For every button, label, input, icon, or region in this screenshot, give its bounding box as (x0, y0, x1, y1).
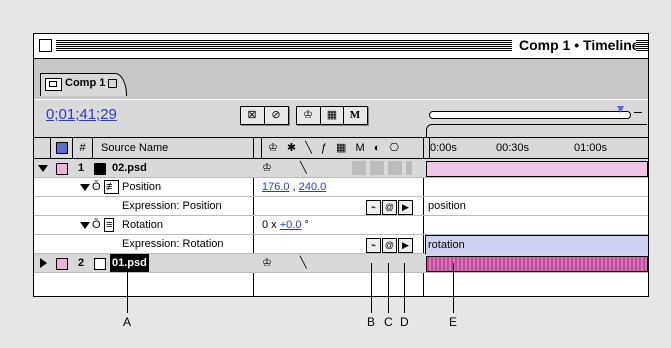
expand-triangle-icon[interactable] (80, 184, 90, 191)
comp-buttons-group-2: ♔ ▦ M (296, 106, 368, 125)
expression-menu-icon[interactable]: ▶ (398, 200, 413, 215)
title-bar-stripes (56, 40, 512, 52)
rotation-unit: ° (301, 219, 309, 231)
comp-buttons-group-1: ⊠ ⊘ (240, 106, 289, 125)
expression-text[interactable]: position (428, 197, 466, 215)
title-bar[interactable]: Comp 1 • Timeline (34, 34, 648, 59)
callout-pointer-a (127, 263, 128, 313)
property-row-rotation[interactable]: Ŏ ≡ Rotation 0 x +0.0 ° (34, 216, 648, 235)
callout-pointer-b (371, 263, 372, 313)
current-time-display[interactable]: 0;01;41;29 (46, 106, 117, 123)
layer-name[interactable]: 02.psd (112, 159, 147, 177)
callout-pointer-d (404, 263, 405, 313)
layer-label-swatch[interactable] (56, 163, 68, 175)
comp-flowchart-icon[interactable]: ⊠ (241, 107, 263, 124)
header-source-name[interactable]: Source Name (93, 138, 262, 158)
callout-pointer-c (388, 263, 389, 313)
navigator-end-line (634, 112, 642, 113)
switch-boxes (352, 161, 412, 175)
label-column-icon[interactable] (51, 138, 73, 158)
work-area-bracket (426, 124, 647, 137)
navigator-track[interactable] (429, 111, 631, 119)
layer-name[interactable]: 01.psd (110, 254, 149, 272)
frame-blending-icon[interactable]: ▦ (320, 107, 343, 124)
quality-switch-icon[interactable]: ╲ (300, 254, 307, 272)
property-name: Rotation (122, 219, 163, 231)
expression-label: Expression: Rotation (122, 238, 224, 250)
timeline-toolbar: 0;01;41;29 ⊠ ⊘ ♔ ▦ M (34, 100, 648, 138)
tick-60: 01:00s (574, 142, 608, 154)
pick-whip-icon[interactable]: @ (382, 200, 397, 215)
tab-menu-icon[interactable] (108, 79, 117, 88)
expression-text[interactable]: rotation (428, 236, 465, 254)
property-row-position[interactable]: Ŏ ≢ Position 176.0 , 240.0 (34, 178, 648, 197)
layer-number: 1 (78, 162, 85, 174)
header-spacer (34, 138, 51, 158)
zoom-box-stripes (636, 40, 648, 52)
position-x[interactable]: 176.0 (262, 181, 290, 193)
expand-triangle-icon[interactable] (80, 222, 90, 229)
expression-enabled-icon[interactable]: ≡ (104, 218, 115, 232)
tab-comp-1[interactable]: Comp 1 (40, 73, 127, 96)
expression-field[interactable]: rotation (425, 235, 648, 255)
window-title: Comp 1 • Timeline (516, 37, 643, 53)
callout-e: E (449, 315, 458, 329)
tab-label: Comp 1 (65, 77, 106, 89)
tick-0: 0:00s (430, 142, 457, 154)
motion-blur-button[interactable]: M (343, 107, 366, 124)
time-navigator[interactable] (424, 104, 647, 137)
expression-menu-icon[interactable]: ▶ (398, 238, 413, 253)
position-value[interactable]: 176.0 , 240.0 (262, 178, 326, 196)
expression-row-position: Expression: Position ⌁ @ ▶ position (34, 197, 648, 216)
shy-switch-icon[interactable]: ♔ (262, 254, 272, 272)
timeline-window: Comp 1 • Timeline Comp 1 0;01;41;29 ⊠ ⊘ … (33, 33, 649, 297)
quality-switch-icon[interactable]: ╲ (300, 159, 307, 177)
layer-thumbnail (94, 258, 106, 270)
expression-enabled-icon[interactable]: ≢ (104, 180, 119, 194)
rotation-revolutions[interactable]: 0 x (262, 219, 280, 231)
expression-row-rotation: Expression: Rotation ⌁ @ ▶ rotation (34, 235, 648, 255)
layer-thumbnail (94, 163, 106, 175)
tick-30: 00:30s (496, 142, 530, 154)
property-name: Position (122, 181, 162, 193)
shy-layers-icon[interactable]: ♔ (297, 107, 319, 124)
comp-motion-icon[interactable]: ⊘ (264, 107, 287, 124)
graph-toggle-icon[interactable]: ⌁ (366, 238, 381, 253)
header-number: # (73, 138, 93, 158)
composition-icon (45, 78, 62, 91)
callout-a: A (123, 315, 132, 329)
expression-label: Expression: Position (122, 200, 222, 212)
tab-strip: Comp 1 (34, 59, 648, 99)
layer-header-row: # Source Name ♔ ✱ ╲ ƒ ▦ M ◐ ⎔ 0:00s 00:3… (34, 138, 648, 159)
layer-duration-bar[interactable] (426, 256, 648, 272)
layer-label-swatch[interactable] (56, 258, 68, 270)
close-box[interactable] (39, 39, 52, 52)
pick-whip-icon[interactable]: @ (382, 238, 397, 253)
callout-pointer-e (453, 263, 454, 313)
expand-triangle-icon[interactable] (38, 165, 48, 172)
switches-header-icons: ♔ ✱ ╲ ƒ ▦ M ◐ ⎔ (262, 138, 430, 158)
layer-row-1[interactable]: 1 02.psd ♔ ╲ (34, 159, 648, 178)
position-sep: , (289, 181, 299, 193)
collapse-triangle-icon[interactable] (40, 258, 47, 268)
graph-toggle-icon[interactable]: ⌁ (366, 200, 381, 215)
layer-duration-bar[interactable] (426, 161, 648, 177)
shy-switch-icon[interactable]: ♔ (262, 159, 272, 177)
callout-d: D (400, 315, 409, 329)
stopwatch-icon[interactable]: Ŏ (92, 216, 101, 234)
stopwatch-icon[interactable]: Ŏ (92, 178, 101, 196)
position-y[interactable]: 240.0 (299, 181, 327, 193)
layer-number: 2 (78, 257, 85, 269)
callout-b: B (367, 315, 376, 329)
callout-c: C (384, 315, 393, 329)
rotation-degrees[interactable]: +0.0 (280, 219, 302, 231)
rotation-value[interactable]: 0 x +0.0 ° (262, 216, 309, 234)
